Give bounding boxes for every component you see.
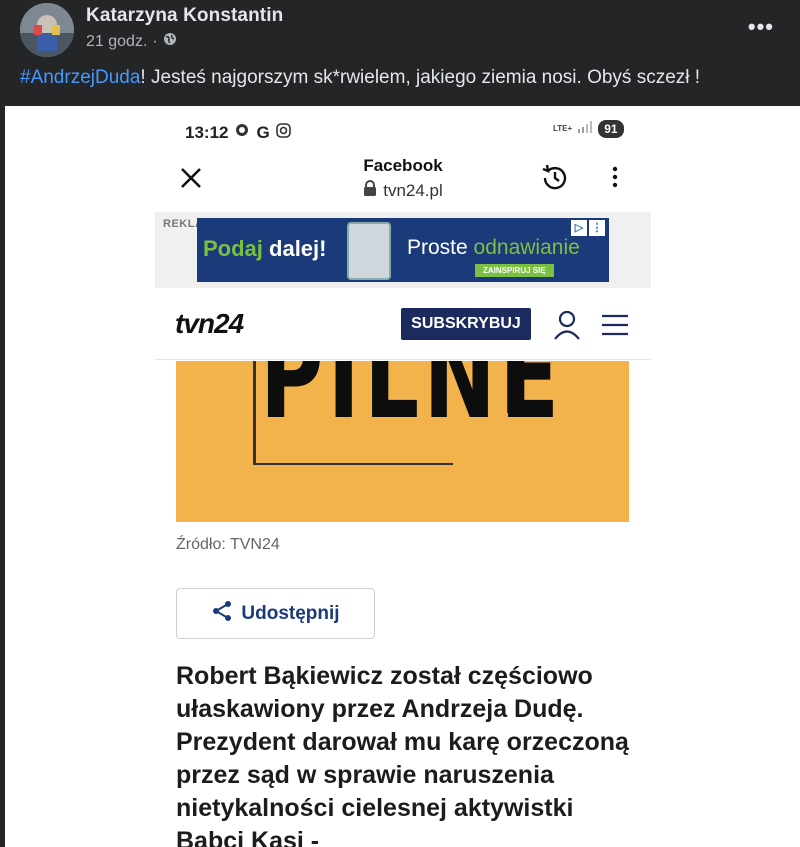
instagram-icon	[275, 122, 291, 143]
browser-title: Facebook	[363, 156, 443, 175]
notification-icon	[234, 122, 250, 143]
kebab-menu-icon[interactable]	[611, 166, 619, 193]
post-body: ! Jesteś najgorszym sk*rwielem, jakiego …	[140, 67, 701, 88]
post-text: #AndrzejDuda! Jesteś najgorszym sk*rwiel…	[20, 67, 700, 89]
author-name[interactable]: Katarzyna Konstantin	[86, 5, 283, 27]
url-text: tvn24.pl	[383, 181, 443, 200]
ad-strip: REKLAMA Podaj dalej! Proste odnawianie Z…	[155, 212, 651, 288]
facebook-post-header: Katarzyna Konstantin 21 godz. · ••• #And…	[0, 0, 800, 106]
ad-banner[interactable]: Podaj dalej! Proste odnawianie ZAINSPIRU…	[197, 218, 609, 282]
battery-level: 91	[598, 120, 624, 138]
network-type: LTE+	[553, 124, 573, 133]
hero-word: PILNE	[260, 361, 564, 446]
paint-can-image	[347, 222, 391, 280]
google-icon: G	[256, 122, 270, 142]
meta-separator: ·	[152, 32, 158, 50]
more-options-button[interactable]: •••	[748, 14, 774, 40]
hero-image: PILNE	[176, 361, 629, 522]
phone-status-bar: 13:12 G	[185, 122, 291, 143]
globe-icon	[163, 32, 177, 51]
share-button[interactable]: Udostępnij	[176, 588, 375, 639]
ad-choices-icon[interactable]: ▷ ⋮	[571, 220, 605, 236]
browser-url[interactable]: tvn24.pl	[155, 180, 651, 202]
post-meta: 21 godz. ·	[86, 32, 177, 51]
subscribe-button[interactable]: SUBSKRYBUJ	[401, 308, 531, 340]
image-source: Źródło: TVN24	[176, 536, 280, 553]
tvn24-logo[interactable]: tvn24	[175, 308, 244, 340]
avatar[interactable]	[20, 3, 74, 57]
ad-left-text: Podaj dalej!	[203, 236, 327, 261]
article-headline[interactable]: Robert Bąkiewicz został częściowo ułaska…	[176, 660, 636, 847]
lock-icon	[363, 180, 377, 202]
post-time[interactable]: 21 godz.	[86, 33, 147, 51]
signal-icon	[578, 120, 593, 138]
site-header: tvn24 SUBSKRYBUJ	[155, 288, 651, 360]
user-icon[interactable]	[553, 310, 581, 345]
ad-right-text: Proste odnawianie	[407, 236, 580, 259]
ad-cta[interactable]: ZAINSPIRUJ SIĘ	[475, 264, 554, 277]
phone-clock: 13:12	[185, 122, 229, 142]
shared-screenshot[interactable]: 13:12 G LTE+ 91 Facebook tvn24.pl REKLAM…	[5, 106, 800, 847]
hamburger-menu-icon[interactable]	[601, 314, 629, 341]
history-icon[interactable]	[539, 162, 571, 199]
share-label: Udostępnij	[241, 602, 340, 624]
share-icon	[211, 600, 233, 628]
hashtag-link[interactable]: #AndrzejDuda	[20, 67, 140, 88]
in-app-browser-bar: Facebook tvn24.pl	[155, 146, 651, 212]
phone-status-right: LTE+ 91	[553, 120, 624, 138]
